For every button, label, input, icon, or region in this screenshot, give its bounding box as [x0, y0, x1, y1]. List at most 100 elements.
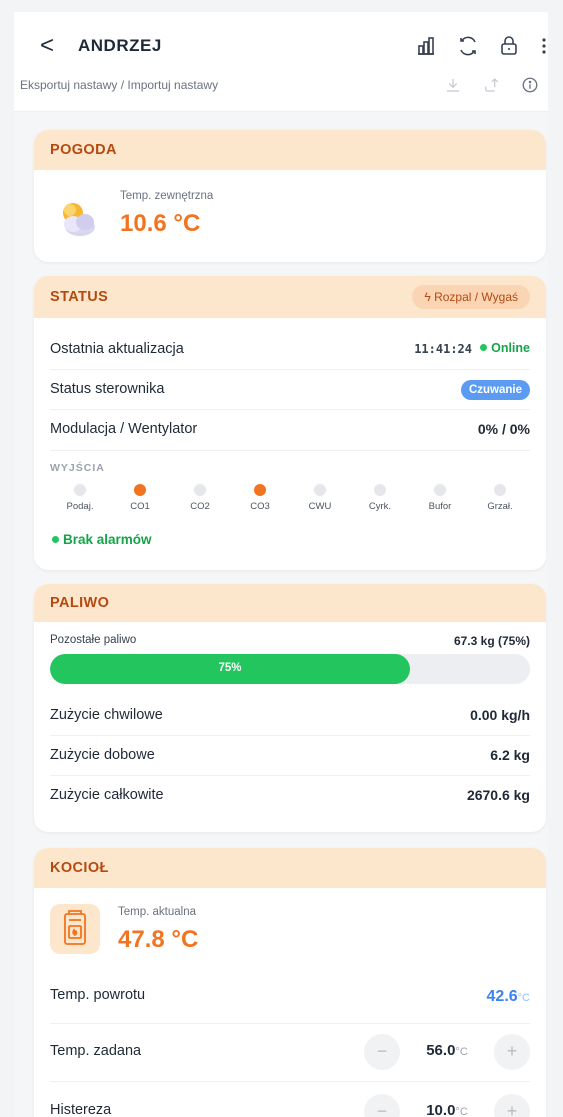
output-label: Grzał.	[487, 501, 513, 512]
alarm-status-text: Brak alarmów	[63, 532, 152, 547]
weather-title: POGODA	[50, 142, 117, 158]
output-item: Bufor	[416, 484, 464, 512]
output-item: CO1	[116, 484, 164, 512]
export-import-link[interactable]: Eksportuj nastawy / Importuj nastawy	[20, 78, 218, 92]
setpoint-unit: °C	[455, 1046, 468, 1058]
last-update-row: Ostatnia aktualizacja 11:41:24 Online	[50, 330, 530, 370]
setpoint-value: 56.0°C	[408, 1042, 486, 1059]
return-temp-row: Temp. powrotu 42.6°C	[50, 972, 530, 1024]
output-led-icon	[74, 484, 86, 496]
output-item: CO3	[236, 484, 284, 512]
output-item: Podaj.	[56, 484, 104, 512]
controller-status-badge: Czuwanie	[460, 380, 530, 400]
return-temp-label: Temp. powrotu	[50, 987, 146, 1003]
modulation-label: Modulacja / Wentylator	[50, 421, 198, 437]
output-label: Podaj.	[66, 501, 94, 512]
fuel-row-value: 2670.6 kg	[466, 787, 530, 803]
hysteresis-unit: °C	[455, 1106, 468, 1117]
output-led-icon	[134, 484, 146, 496]
outdoor-temp-value: 10.6 °C	[120, 210, 201, 237]
alarm-status: Brak alarmów	[52, 532, 152, 547]
status-card: STATUS ϟ Rozpal / Wygaś Ostatnia aktuali…	[34, 276, 546, 570]
hysteresis-minus-button[interactable]: −	[364, 1094, 400, 1117]
info-icon[interactable]	[521, 76, 541, 96]
return-temp-unit: °C	[517, 992, 530, 1004]
divider	[50, 450, 530, 451]
output-led-icon	[374, 484, 386, 496]
chart-icon[interactable]	[414, 34, 438, 58]
alarm-ok-dot-icon	[52, 536, 59, 543]
setpoint-label: Temp. zadana	[50, 1043, 142, 1059]
boiler-title: KOCIOŁ	[50, 860, 109, 876]
fuel-card-header: PALIWO	[34, 584, 546, 622]
online-status: Online	[480, 341, 530, 355]
flash-icon: ϟ	[424, 290, 431, 304]
setpoint-number: 56.0	[426, 1042, 456, 1059]
fuel-title: PALIWO	[50, 595, 110, 611]
fuel-card: PALIWO Pozostałe paliwo 67.3 kg (75%) 75…	[34, 584, 546, 832]
output-led-icon	[494, 484, 506, 496]
boiler-current-label: Temp. aktualna	[118, 906, 196, 918]
setpoint-stepper: − 56.0°C +	[364, 1034, 530, 1070]
weather-card: POGODA Temp. zewnętrzna 10.6 °C	[34, 130, 546, 262]
hysteresis-row: Histereza − 10.0°C +	[50, 1082, 530, 1117]
output-label: CO3	[250, 501, 270, 512]
online-dot-icon	[480, 344, 488, 351]
output-label: Bufor	[428, 501, 452, 512]
fuel-row-daily: Zużycie dobowe 6.2 kg	[50, 736, 530, 776]
settings-row: Eksportuj nastawy / Importuj nastawy	[14, 74, 548, 98]
hysteresis-plus-button[interactable]: +	[494, 1094, 530, 1117]
header-row: < ANDRZEJ	[14, 30, 548, 62]
output-label: CO1	[130, 501, 150, 512]
controller-status-row: Status sterownika Czuwanie	[50, 370, 530, 410]
hysteresis-value: 10.0°C	[408, 1102, 486, 1117]
partly-cloudy-icon	[56, 198, 98, 238]
setpoint-plus-button[interactable]: +	[494, 1034, 530, 1070]
setpoint-row: Temp. zadana − 56.0°C +	[50, 1024, 530, 1082]
top-bar: < ANDRZEJ Eksportuj nastawy / Importuj n…	[14, 12, 548, 112]
more-icon[interactable]	[532, 34, 546, 58]
fuel-row-current: Zużycie chwilowe 0.00 kg/h	[50, 696, 530, 736]
output-label: Cyrk.	[368, 501, 392, 512]
last-update-time: 11:41:24	[414, 342, 472, 356]
return-temp-value: 42.6°C	[487, 988, 530, 1006]
status-card-header: STATUS ϟ Rozpal / Wygaś	[34, 276, 546, 318]
fuel-row-value: 0.00 kg/h	[470, 707, 530, 723]
status-title: STATUS	[50, 289, 109, 305]
back-icon[interactable]: <	[40, 32, 54, 60]
output-item: CWU	[296, 484, 344, 512]
output-item: Grzał.	[476, 484, 524, 512]
lock-icon[interactable]	[497, 34, 521, 58]
setpoint-minus-button[interactable]: −	[364, 1034, 400, 1070]
boiler-card-header: KOCIOŁ	[34, 848, 546, 888]
hysteresis-label: Histereza	[50, 1102, 112, 1117]
outdoor-temp-label: Temp. zewnętrzna	[120, 190, 214, 202]
ignite-extinguish-label: Rozpal / Wygaś	[434, 290, 518, 304]
output-led-icon	[314, 484, 326, 496]
app: < ANDRZEJ Eksportuj nastawy / Importuj n…	[14, 12, 548, 1117]
fuel-row-total: Zużycie całkowite 2670.6 kg	[50, 776, 530, 816]
upload-icon[interactable]	[482, 76, 502, 96]
fuel-row-value: 6.2 kg	[490, 747, 530, 763]
fuel-remaining-label: Pozostałe paliwo	[50, 634, 137, 646]
ignite-extinguish-button[interactable]: ϟ Rozpal / Wygaś	[412, 285, 530, 309]
boiler-current-value: 47.8 °C	[118, 926, 199, 953]
boiler-icon	[50, 904, 100, 954]
download-icon[interactable]	[444, 76, 464, 96]
hysteresis-stepper: − 10.0°C +	[364, 1094, 530, 1117]
fuel-level-bar: 75%	[50, 654, 530, 684]
output-item: CO2	[176, 484, 224, 512]
output-item: Cyrk.	[356, 484, 404, 512]
output-led-icon	[254, 484, 266, 496]
online-label: Online	[491, 341, 530, 355]
fuel-level-text: 75%	[218, 662, 242, 674]
outputs-title: WYJŚCIA	[50, 462, 105, 474]
controller-status-label: Status sterownika	[50, 381, 165, 397]
last-update-label: Ostatnia aktualizacja	[50, 341, 184, 357]
fuel-row-label: Zużycie całkowite	[50, 787, 164, 803]
output-led-icon	[434, 484, 446, 496]
refresh-icon[interactable]	[456, 34, 480, 58]
return-temp-number: 42.6	[486, 988, 518, 1005]
output-label: CO2	[190, 501, 210, 512]
device-title: ANDRZEJ	[78, 36, 162, 55]
